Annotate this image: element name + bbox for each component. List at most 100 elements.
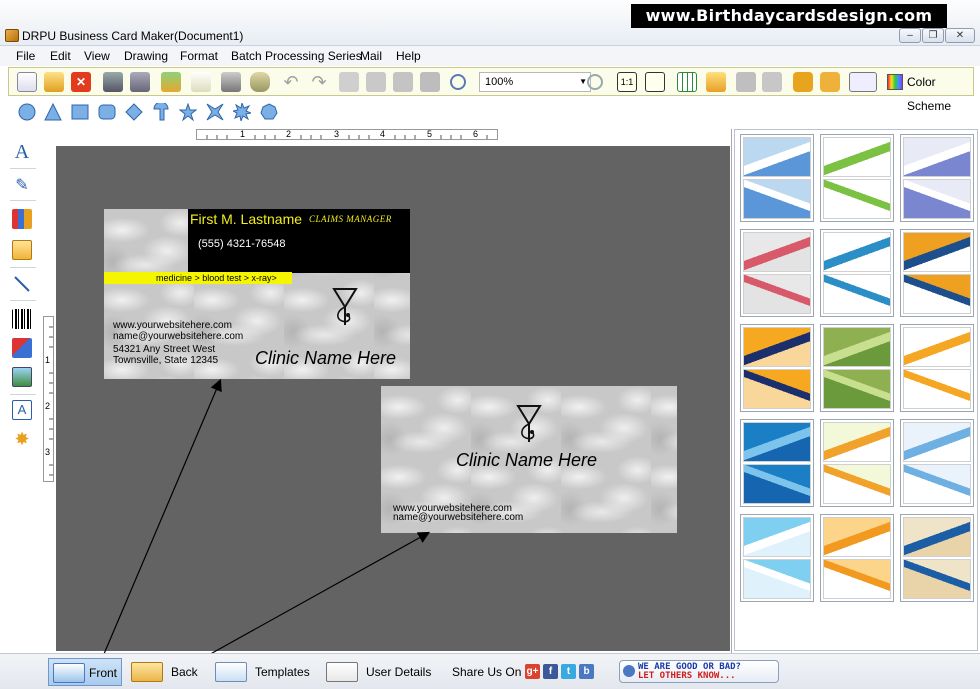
signature-icon[interactable]: ✸	[12, 429, 32, 449]
picture-icon[interactable]	[12, 367, 32, 387]
menu-batch-processing[interactable]: Batch Processing Series	[231, 49, 362, 63]
cut-icon[interactable]	[366, 72, 386, 92]
template-thumbnail[interactable]	[820, 419, 894, 507]
mail-icon[interactable]	[706, 72, 726, 92]
card-address-line2[interactable]: Townsville, State 12345	[113, 355, 218, 366]
card-email[interactable]: name@yourwebsitehere.com	[113, 331, 243, 342]
grid-icon[interactable]	[677, 72, 697, 92]
minimize-button[interactable]: –	[899, 28, 921, 43]
restore-button[interactable]: ❐	[922, 28, 944, 43]
templates-tab[interactable]: Templates	[211, 658, 311, 686]
menu-format[interactable]: Format	[180, 49, 218, 63]
back-clinic-name[interactable]: Clinic Name Here	[456, 450, 597, 471]
user-details-tab[interactable]: User Details	[322, 658, 432, 686]
image-icon[interactable]	[12, 240, 32, 260]
template-back-preview	[903, 464, 971, 504]
card-name[interactable]: First M. Lastname	[190, 211, 302, 227]
back-email[interactable]: name@yourwebsitehere.com	[393, 512, 523, 523]
color-scheme-button[interactable]: Color Scheme	[885, 70, 973, 113]
new-icon[interactable]	[17, 72, 37, 92]
import-icon[interactable]	[161, 72, 181, 92]
menu-drawing[interactable]: Drawing	[124, 49, 168, 63]
watermark-icon[interactable]	[12, 338, 32, 358]
bring-front-icon[interactable]	[736, 72, 756, 92]
template-thumbnail[interactable]	[740, 419, 814, 507]
star4-icon[interactable]	[206, 103, 224, 121]
caduceus-icon[interactable]	[512, 402, 546, 446]
card-phone[interactable]: (555) 4321-76548	[198, 238, 285, 250]
save-icon[interactable]	[103, 72, 123, 92]
save-as-icon[interactable]	[130, 72, 150, 92]
diamond-icon[interactable]	[125, 103, 143, 121]
template-thumbnail[interactable]	[900, 514, 974, 602]
template-thumbnail[interactable]	[740, 229, 814, 317]
arc-icon[interactable]	[152, 103, 170, 121]
front-tab[interactable]: Front	[48, 658, 122, 686]
menu-edit[interactable]: Edit	[50, 49, 71, 63]
undo-icon[interactable]: ↶	[281, 72, 301, 92]
template-thumbnail[interactable]	[900, 229, 974, 317]
card-job-title[interactable]: CLAIMS MANAGER	[309, 214, 392, 224]
template-thumbnail[interactable]	[900, 134, 974, 222]
print-icon[interactable]	[221, 72, 241, 92]
triangle-icon[interactable]	[44, 103, 62, 121]
library-icon[interactable]	[12, 209, 32, 229]
text-tool-icon[interactable]: A	[12, 142, 32, 162]
caduceus-icon[interactable]	[328, 285, 362, 329]
menu-view[interactable]: View	[84, 49, 110, 63]
menu-file[interactable]: File	[16, 49, 35, 63]
database-icon[interactable]	[250, 72, 270, 92]
copy-icon[interactable]	[339, 72, 359, 92]
twitter-icon[interactable]: t	[561, 664, 576, 679]
unlock-icon[interactable]	[820, 72, 840, 92]
template-thumbnail[interactable]	[740, 324, 814, 412]
template-thumbnail[interactable]	[900, 324, 974, 412]
close-doc-icon[interactable]: ✕	[71, 72, 91, 92]
front-card[interactable]: First M. Lastname CLAIMS MANAGER (555) 4…	[104, 209, 410, 379]
template-thumbnail[interactable]	[740, 134, 814, 222]
barcode-icon[interactable]	[12, 309, 32, 329]
burst-icon[interactable]	[233, 103, 251, 121]
paste-special-icon[interactable]	[420, 72, 440, 92]
ellipse-icon[interactable]	[18, 103, 36, 121]
card-address-line1[interactable]: 54321 Any Street West	[113, 344, 215, 355]
card-clinic-name[interactable]: Clinic Name Here	[255, 348, 396, 369]
properties-icon[interactable]	[191, 72, 211, 92]
redo-icon[interactable]: ↷	[309, 72, 329, 92]
paste-icon[interactable]	[393, 72, 413, 92]
zoom-in-icon[interactable]	[450, 74, 466, 90]
polygon-icon[interactable]	[260, 103, 278, 121]
send-back-icon[interactable]	[762, 72, 782, 92]
menu-help[interactable]: Help	[396, 49, 421, 63]
rounded-rectangle-icon[interactable]	[98, 103, 116, 121]
rectangle-icon[interactable]	[71, 103, 89, 121]
template-thumbnail[interactable]	[820, 514, 894, 602]
template-thumbnail[interactable]	[900, 419, 974, 507]
open-icon[interactable]	[44, 72, 64, 92]
pencil-tool-icon[interactable]: ✎	[12, 175, 32, 195]
back-tab[interactable]: Back	[127, 658, 201, 686]
website-banner[interactable]: www.Birthdaycardsdesign.com	[631, 4, 947, 28]
star-icon[interactable]	[179, 103, 197, 121]
template-thumbnail[interactable]	[820, 324, 894, 412]
actual-size-icon[interactable]: 1:1	[617, 72, 637, 92]
zoom-select[interactable]: 100% ▼	[479, 72, 591, 92]
blog-icon[interactable]: b	[579, 664, 594, 679]
back-card[interactable]: Clinic Name Here www.yourwebsitehere.com…	[381, 386, 677, 533]
view-icon[interactable]	[849, 72, 877, 92]
template-thumbnail[interactable]	[740, 514, 814, 602]
template-thumbnail[interactable]	[820, 134, 894, 222]
facebook-icon[interactable]: f	[543, 664, 558, 679]
fit-page-icon[interactable]	[645, 72, 665, 92]
menu-mail[interactable]: Mail	[360, 49, 382, 63]
lock-icon[interactable]	[793, 72, 813, 92]
word-art-icon[interactable]: A	[12, 400, 32, 420]
template-thumbnail[interactable]	[820, 229, 894, 317]
close-window-button[interactable]: ✕	[945, 28, 975, 43]
card-website[interactable]: www.yourwebsitehere.com	[113, 320, 232, 331]
google-plus-icon[interactable]: g+	[525, 664, 540, 679]
feedback-button[interactable]: WE ARE GOOD OR BAD? LET OTHERS KNOW...	[619, 660, 779, 683]
card-tagline[interactable]: medicine > blood test > x-ray>	[156, 273, 277, 283]
line-tool-icon[interactable]	[12, 274, 32, 294]
zoom-out-icon[interactable]	[587, 74, 603, 90]
